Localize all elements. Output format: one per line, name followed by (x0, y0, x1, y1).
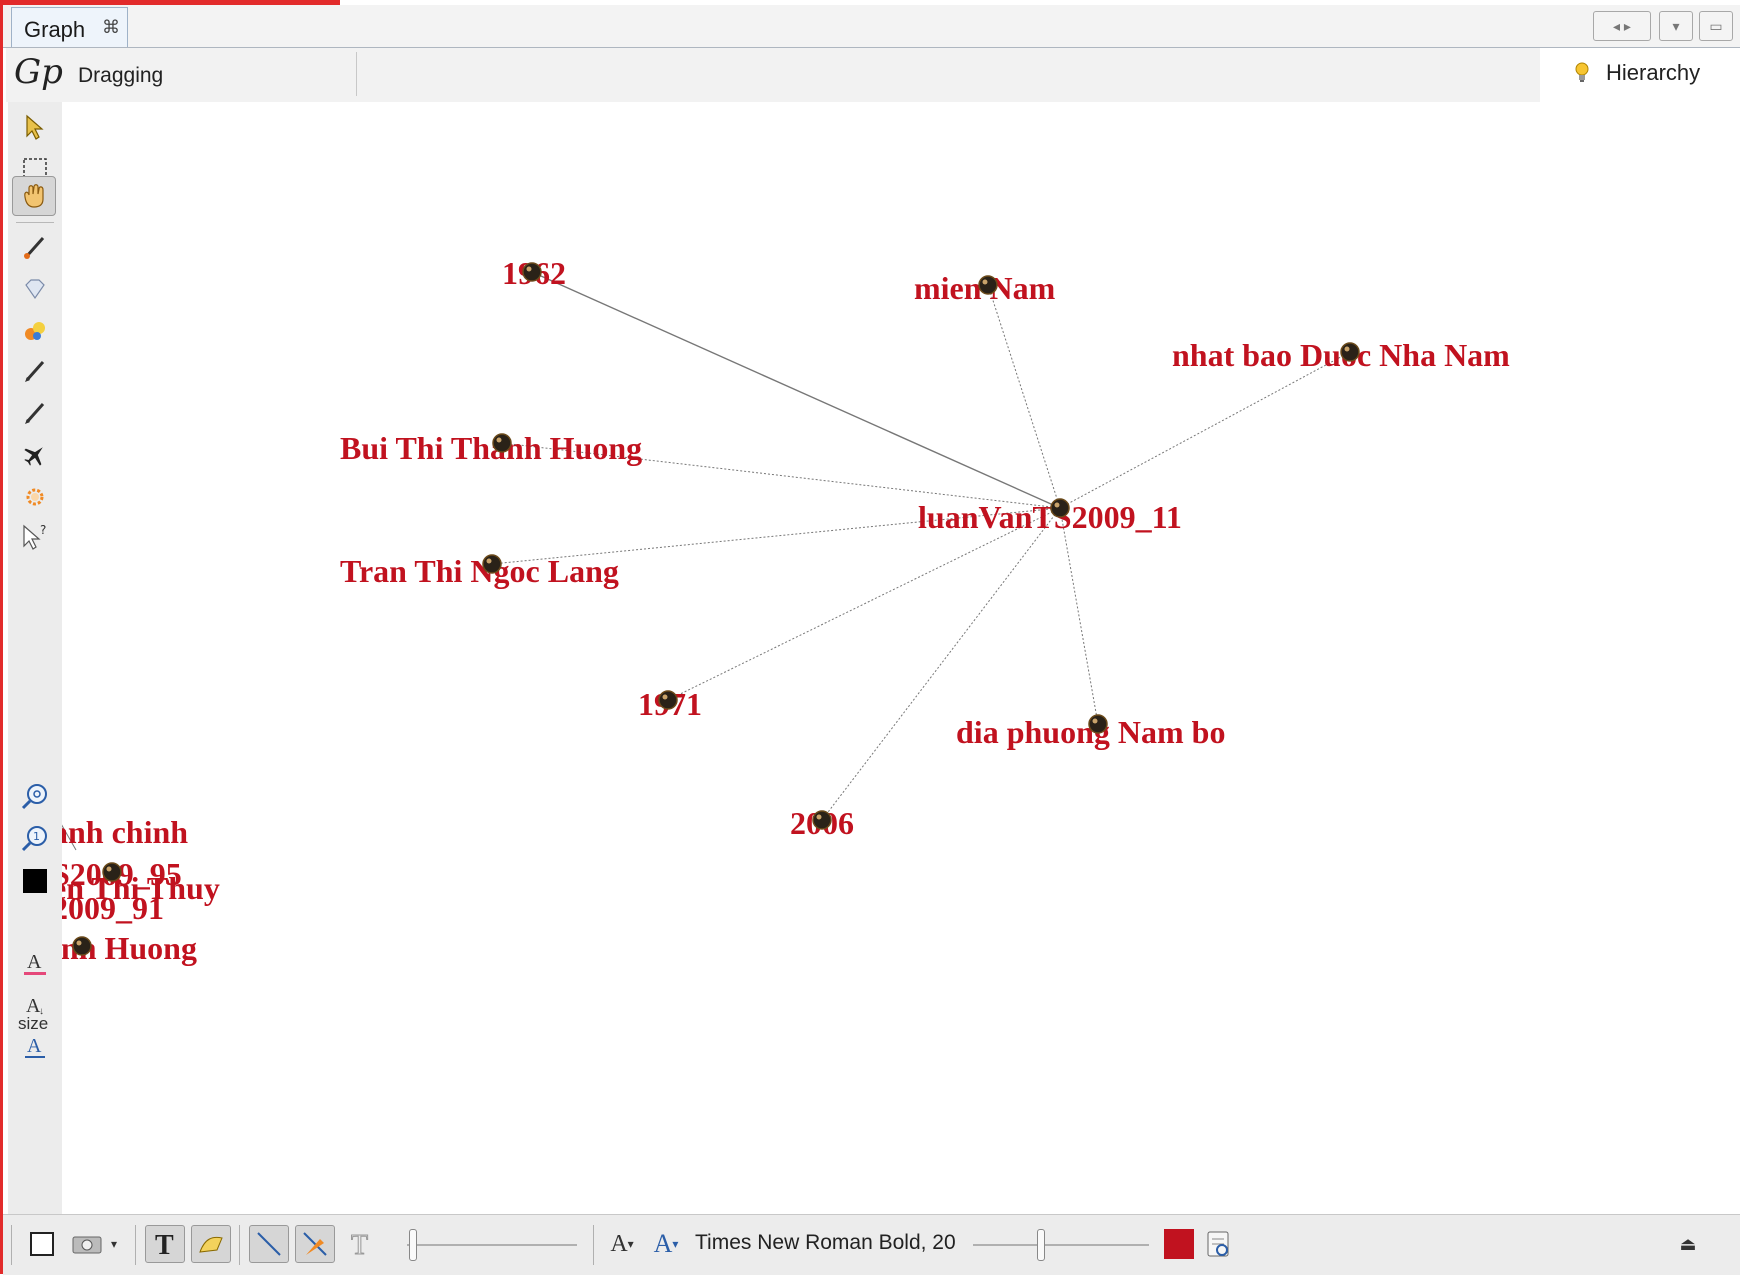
graph-node[interactable] (492, 433, 512, 453)
chevron-down-icon[interactable]: ▾ (107, 1225, 121, 1263)
svg-text:T: T (155, 1230, 174, 1258)
eject-icon[interactable]: ⏏ (1673, 1225, 1703, 1263)
label-color-swatch[interactable] (1163, 1225, 1195, 1263)
graph-node-highlight (496, 437, 502, 443)
svg-text:T: T (351, 1230, 368, 1258)
tab-strip: Graph ⌘ ◂ ▸ ▾ ▭ (3, 5, 1740, 48)
graph-node[interactable] (978, 275, 998, 295)
label-size-icon[interactable]: A ↓ (20, 990, 50, 1020)
hierarchy-button[interactable]: Hierarchy (1576, 60, 1700, 86)
tab-list-dropdown-button[interactable]: ▾ (1659, 11, 1693, 41)
graph-node[interactable] (658, 690, 678, 710)
interaction-mode-label: Dragging (78, 64, 164, 87)
graph-node-highlight (982, 279, 988, 285)
graph-node-highlight (486, 558, 492, 564)
graph-node-highlight (106, 866, 112, 872)
graph-canvas[interactable]: 1962mien Namnhat bao Duoc Nha NamBui Thi… (62, 102, 1732, 1214)
edge-scale-slider-thumb[interactable] (409, 1229, 417, 1261)
edge-labels-toggle[interactable] (191, 1225, 231, 1263)
diamond-icon[interactable] (20, 274, 50, 304)
graph-nodes (72, 262, 1360, 956)
bottom-toolbar: ▾ T T A ▾ A ▾ Times New Roman Bold, 20 ⏏ (3, 1214, 1740, 1275)
graph-node-highlight (662, 694, 668, 700)
label-color-icon[interactable]: A (20, 948, 50, 978)
painter-brush-icon[interactable] (20, 232, 50, 262)
maximize-window-button[interactable]: ▭ (1699, 11, 1733, 41)
graph-node-highlight (816, 814, 822, 820)
zoom-in-icon[interactable] (20, 782, 50, 812)
screenshot-camera-icon[interactable] (69, 1225, 105, 1263)
edge-pencil-icon[interactable] (20, 398, 50, 428)
font-size-down-icon[interactable]: A ▾ (605, 1225, 639, 1263)
drag-hand-icon[interactable] (12, 176, 56, 216)
sun-icon[interactable] (20, 482, 50, 512)
select-cursor-icon[interactable] (20, 112, 50, 142)
graph-node[interactable] (522, 262, 542, 282)
graph-node[interactable] (1050, 498, 1070, 518)
graph-node-highlight (1092, 718, 1098, 724)
graph-node[interactable] (72, 936, 92, 956)
graph-node-highlight (1344, 346, 1350, 352)
svg-text:A: A (27, 951, 42, 973)
label-font-icon[interactable]: A (20, 1032, 50, 1062)
label-size-slider-thumb[interactable] (1037, 1229, 1045, 1261)
help-cursor-icon[interactable]: ? (20, 522, 50, 552)
toolbar-divider (11, 1225, 12, 1265)
svg-text:A: A (27, 1035, 42, 1057)
graph-node[interactable] (482, 554, 502, 574)
graph-node-highlight (76, 940, 82, 946)
tab-graph-label: Graph (24, 17, 86, 42)
edge-color-mode-toggle[interactable] (295, 1225, 335, 1263)
airplane-icon[interactable] (20, 440, 50, 470)
svg-text:1: 1 (33, 830, 40, 843)
label-size-slider-track[interactable] (973, 1244, 1149, 1246)
graph-node[interactable] (1340, 342, 1360, 362)
toolbar-divider (16, 222, 54, 223)
shortest-path-pencil-icon[interactable] (20, 356, 50, 386)
toolbar-divider (593, 1225, 594, 1265)
edge-label-font-icon[interactable]: T (347, 1225, 377, 1263)
edge-scale-slider-track[interactable] (407, 1244, 577, 1246)
font-size-up-icon[interactable]: A ▾ (649, 1225, 683, 1263)
show-edges-toggle[interactable] (249, 1225, 289, 1263)
graph-node-highlight (526, 266, 532, 272)
scroll-tabs-left-right-button[interactable]: ◂ ▸ (1593, 11, 1651, 41)
graph-header: Gp Dragging (6, 48, 1540, 102)
svg-text:?: ? (40, 523, 46, 537)
header-divider (356, 52, 357, 96)
label-attributes-icon[interactable] (1201, 1225, 1235, 1263)
hierarchy-label: Hierarchy (1606, 60, 1701, 85)
gephi-logo: Gp (14, 52, 63, 92)
left-toolbar: ? 1 size A A ↓ A (8, 102, 62, 1214)
label-font-label[interactable]: Times New Roman Bold, 20 (695, 1231, 956, 1255)
tab-graph[interactable]: Graph ⌘ (11, 7, 128, 47)
zoom-reset-icon[interactable]: 1 (20, 824, 50, 854)
svg-text:↓: ↓ (39, 1006, 44, 1017)
graph-node[interactable] (102, 862, 122, 882)
graph-node[interactable] (812, 810, 832, 830)
toolbar-divider (135, 1225, 136, 1265)
heat-map-icon[interactable] (20, 316, 50, 346)
show-node-labels-toggle[interactable]: T (145, 1225, 185, 1263)
window-accent-edge (0, 0, 3, 1274)
graph-node-highlight (1054, 502, 1060, 508)
close-icon[interactable]: ⌘ (102, 17, 120, 38)
background-color-swatch[interactable] (20, 866, 50, 896)
toolbar-divider (239, 1225, 240, 1265)
graph-node[interactable] (1088, 714, 1108, 734)
fullscreen-checkbox[interactable] (27, 1225, 57, 1263)
